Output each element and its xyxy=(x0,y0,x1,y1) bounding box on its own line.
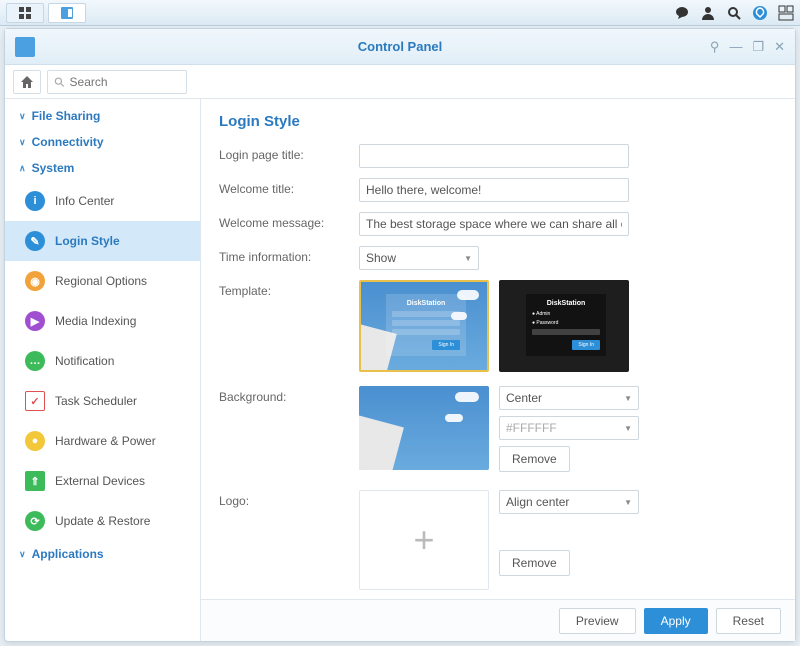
sidebar-item-loginstyle[interactable]: ✎ Login Style xyxy=(5,221,200,261)
input-welcome-message[interactable] xyxy=(359,212,629,236)
label-welcome-title: Welcome title: xyxy=(219,178,359,196)
sidebar-group-system[interactable]: ∧ System xyxy=(5,155,200,181)
label-login-page-title: Login page title: xyxy=(219,144,359,162)
sidebar-item-notification[interactable]: … Notification xyxy=(5,341,200,381)
chevron-up-icon: ∧ xyxy=(19,163,26,174)
select-bg-position[interactable]: Center ▼ xyxy=(499,386,639,410)
widgets-icon[interactable] xyxy=(778,5,794,21)
control-panel-window: Control Panel ⚲ — ❐ ✕ ∨ File Sharing ∨ Con… xyxy=(4,28,796,642)
sidebar-group-label: System xyxy=(32,161,75,175)
chevron-down-icon: ∨ xyxy=(19,137,26,148)
sidebar-item-label: Task Scheduler xyxy=(55,394,137,408)
label-time-info: Time information: xyxy=(219,246,359,264)
window-title: Control Panel xyxy=(5,39,795,54)
app-icon xyxy=(15,37,35,57)
sidebar-group-filesharing[interactable]: ∨ File Sharing xyxy=(5,103,200,129)
search-icon xyxy=(54,76,65,88)
sidebar-item-taskscheduler[interactable]: ✓ Task Scheduler xyxy=(5,381,200,421)
taskbar-app-grid[interactable] xyxy=(6,3,44,23)
user-icon[interactable] xyxy=(700,5,716,21)
info-icon: i xyxy=(25,191,45,211)
plus-icon: + xyxy=(413,519,434,561)
input-welcome-title[interactable] xyxy=(359,178,629,202)
sidebar-group-label: Applications xyxy=(32,547,104,561)
chat-icon[interactable] xyxy=(674,5,690,21)
taskbar-app-controlpanel[interactable] xyxy=(48,3,86,23)
style-icon: ✎ xyxy=(25,231,45,251)
page-heading: Login Style xyxy=(219,113,777,130)
template-preview: DiskStation Sign In xyxy=(386,294,466,356)
sidebar-item-hardware[interactable]: ● Hardware & Power xyxy=(5,421,200,461)
globe-icon: ◉ xyxy=(25,271,45,291)
select-logo-align[interactable]: Align center ▼ xyxy=(499,490,639,514)
chevron-down-icon: ▼ xyxy=(624,394,632,403)
maximize-icon[interactable]: ❐ xyxy=(752,39,764,55)
template-preview: DiskStation ● Admin ● Password Sign In xyxy=(526,294,606,356)
sidebar: ∨ File Sharing ∨ Connectivity ∧ System i Inf… xyxy=(5,99,201,641)
chevron-down-icon: ∨ xyxy=(19,549,26,560)
template-dark[interactable]: DiskStation ● Admin ● Password Sign In xyxy=(499,280,629,372)
sidebar-item-label: Media Indexing xyxy=(55,314,136,328)
preview-button[interactable]: Preview xyxy=(559,608,636,634)
sidebar-item-regional[interactable]: ◉ Regional Options xyxy=(5,261,200,301)
media-icon: ▶ xyxy=(25,311,45,331)
apply-button[interactable]: Apply xyxy=(644,608,708,634)
help-icon[interactable] xyxy=(752,5,768,21)
select-value: #FFFFFF xyxy=(506,421,557,435)
select-value: Align center xyxy=(506,495,569,509)
bulb-icon: ● xyxy=(25,431,45,451)
sidebar-item-label: Hardware & Power xyxy=(55,434,156,448)
remove-logo-button[interactable]: Remove xyxy=(499,550,570,576)
background-preview[interactable] xyxy=(359,386,489,470)
label-welcome-message: Welcome message: xyxy=(219,212,359,230)
search-input[interactable] xyxy=(70,75,180,89)
select-value: Center xyxy=(506,391,542,405)
sidebar-item-label: Regional Options xyxy=(55,274,147,288)
calendar-icon: ✓ xyxy=(25,391,45,411)
sidebar-item-media[interactable]: ▶ Media Indexing xyxy=(5,301,200,341)
sidebar-group-label: Connectivity xyxy=(32,135,104,149)
sidebar-item-external[interactable]: ⇑ External Devices xyxy=(5,461,200,501)
sidebar-item-label: Login Style xyxy=(55,234,120,248)
refresh-icon: ⟳ xyxy=(25,511,45,531)
minimize-icon[interactable]: — xyxy=(729,39,742,55)
label-template: Template: xyxy=(219,280,359,298)
chevron-down-icon: ▼ xyxy=(624,498,632,507)
content-area: Login Style Login page title: Welcome ti… xyxy=(201,99,795,641)
chevron-down-icon: ▼ xyxy=(464,254,472,263)
search-box[interactable] xyxy=(47,70,187,94)
label-logo: Logo: xyxy=(219,490,359,508)
chevron-down-icon: ▼ xyxy=(624,424,632,433)
select-time-info[interactable]: Show ▼ xyxy=(359,246,479,270)
pin-icon[interactable]: ⚲ xyxy=(710,39,720,55)
sidebar-item-label: External Devices xyxy=(55,474,145,488)
input-login-page-title[interactable] xyxy=(359,144,629,168)
label-background: Background: xyxy=(219,386,359,404)
search-icon[interactable] xyxy=(726,5,742,21)
sidebar-item-infocenter[interactable]: i Info Center xyxy=(5,181,200,221)
sidebar-group-applications[interactable]: ∨ Applications xyxy=(5,541,200,567)
logo-upload[interactable]: + xyxy=(359,490,489,590)
sidebar-group-connectivity[interactable]: ∨ Connectivity xyxy=(5,129,200,155)
chat-icon: … xyxy=(25,351,45,371)
footer: Preview Apply Reset xyxy=(201,599,795,641)
sidebar-item-label: Update & Restore xyxy=(55,514,150,528)
sidebar-item-label: Info Center xyxy=(55,194,114,208)
toolbar xyxy=(5,65,795,99)
chevron-down-icon: ∨ xyxy=(19,111,26,122)
select-bg-color[interactable]: #FFFFFF ▼ xyxy=(499,416,639,440)
sidebar-item-label: Notification xyxy=(55,354,114,368)
sidebar-group-label: File Sharing xyxy=(32,109,101,123)
device-icon: ⇑ xyxy=(25,471,45,491)
close-icon[interactable]: ✕ xyxy=(774,39,785,55)
os-taskbar xyxy=(0,0,800,26)
reset-button[interactable]: Reset xyxy=(716,608,781,634)
home-button[interactable] xyxy=(13,70,41,94)
select-value: Show xyxy=(366,251,396,265)
template-light[interactable]: DiskStation Sign In xyxy=(359,280,489,372)
sidebar-item-update[interactable]: ⟳ Update & Restore xyxy=(5,501,200,541)
remove-background-button[interactable]: Remove xyxy=(499,446,570,472)
window-titlebar: Control Panel ⚲ — ❐ ✕ xyxy=(5,29,795,65)
